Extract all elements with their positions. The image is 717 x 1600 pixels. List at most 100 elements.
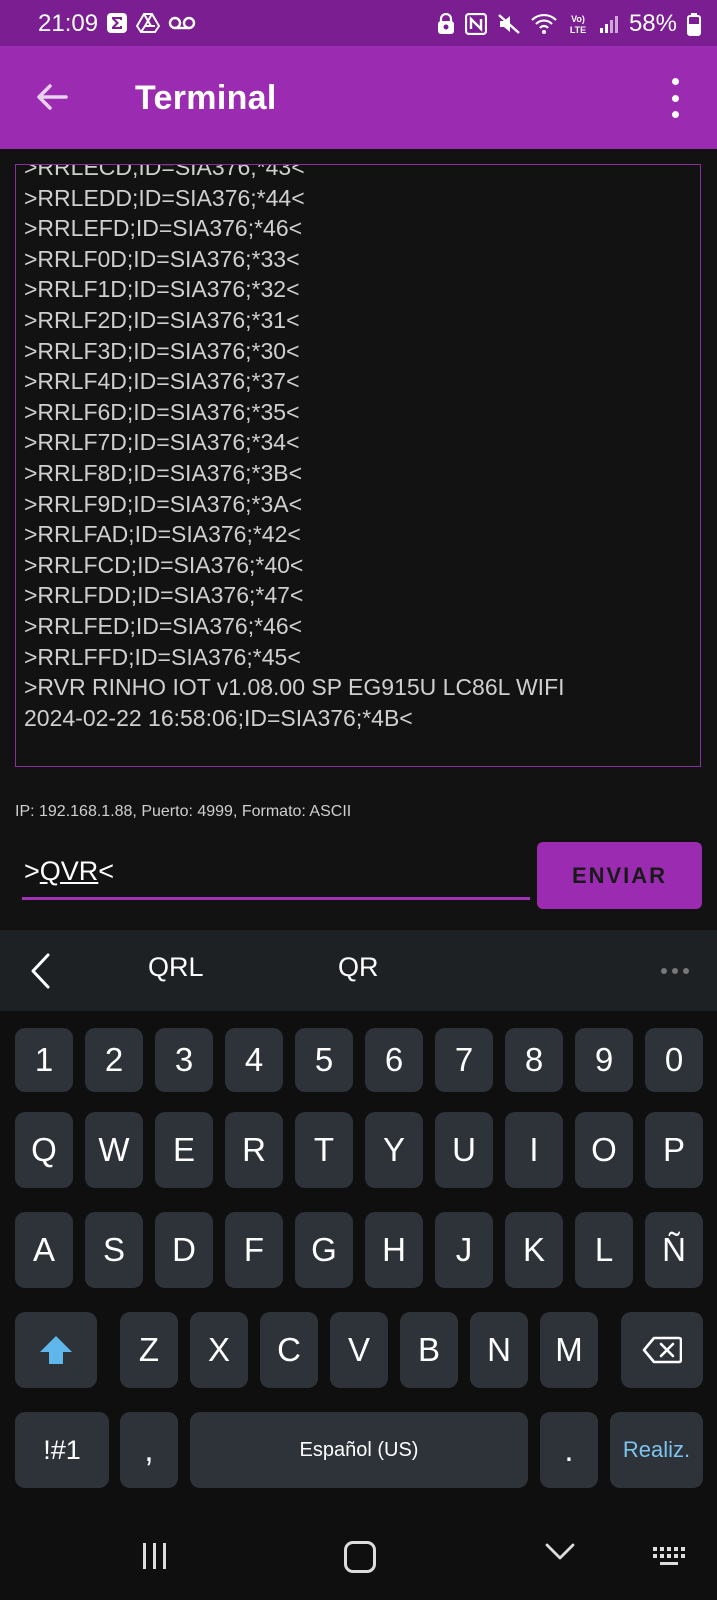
keyboard-icon[interactable] [652, 1546, 688, 1568]
key-e[interactable]: E [155, 1112, 213, 1188]
key-c[interactable]: C [260, 1312, 318, 1388]
suggestion-item[interactable]: QRL [148, 952, 204, 983]
key-o[interactable]: O [575, 1112, 633, 1188]
key-l[interactable]: L [575, 1212, 633, 1288]
terminal-lines: >RRLECD;ID=SIA376;*43< >RRLEDD;ID=SIA376… [24, 164, 694, 733]
system-nav-bar [0, 1500, 717, 1600]
more-horiz-icon[interactable] [661, 968, 689, 974]
backspace-icon [642, 1336, 682, 1364]
battery-level: 58% [628, 10, 677, 37]
command-prefix: > [24, 856, 40, 886]
key-n[interactable]: N [470, 1312, 528, 1388]
terminal-line: >RRLF0D;ID=SIA376;*33< [24, 245, 300, 272]
notification-icons [106, 12, 196, 34]
wifi-icon [531, 13, 557, 35]
done-key[interactable]: Realiz. [610, 1412, 703, 1488]
key-4[interactable]: 4 [225, 1028, 283, 1092]
terminal-line: >RRLF4D;ID=SIA376;*37< [24, 368, 300, 395]
chevron-left-icon[interactable] [28, 952, 52, 990]
page-title: Terminal [135, 79, 277, 117]
key-u[interactable]: U [435, 1112, 493, 1188]
suggestion-bar: QRL QR [0, 930, 717, 1011]
terminal-line: >RRLF3D;ID=SIA376;*30< [24, 337, 300, 364]
key-y[interactable]: Y [365, 1112, 423, 1188]
shift-key[interactable] [15, 1312, 97, 1388]
recent-apps-icon[interactable] [143, 1543, 166, 1569]
terminal-line: >RRLF8D;ID=SIA376;*3B< [24, 459, 303, 486]
key-0[interactable]: 0 [645, 1028, 703, 1092]
command-suffix: < [98, 856, 115, 886]
volte-icon: Vo) LTE [567, 12, 589, 36]
terminal-line: >RRLFDD;ID=SIA376;*47< [24, 582, 304, 609]
terminal-line: >RRLF1D;ID=SIA376;*32< [24, 276, 300, 303]
signal-icon [599, 14, 619, 34]
svg-text:LTE: LTE [570, 25, 586, 35]
backspace-key[interactable] [621, 1312, 703, 1388]
key-a[interactable]: A [15, 1212, 73, 1288]
terminal-line: >RRLFFD;ID=SIA376;*45< [24, 643, 301, 670]
terminal-line: >RRLF6D;ID=SIA376;*35< [24, 398, 300, 425]
terminal-line: >RRLFED;ID=SIA376;*46< [24, 612, 303, 639]
key-d[interactable]: D [155, 1212, 213, 1288]
key-1[interactable]: 1 [15, 1028, 73, 1092]
arrow-left-icon[interactable] [34, 79, 70, 115]
status-bar: 21:09 Vo) LTE 58% [0, 0, 717, 46]
terminal-line: >RRLF7D;ID=SIA376;*34< [24, 429, 300, 456]
terminal-line: 2024-02-22 16:58:06;ID=SIA376;*4B< [24, 704, 413, 731]
symbols-key[interactable]: !#1 [15, 1412, 109, 1488]
terminal-line: >RRLF9D;ID=SIA376;*3A< [24, 490, 303, 517]
key-9[interactable]: 9 [575, 1028, 633, 1092]
key-h[interactable]: H [365, 1212, 423, 1288]
key-k[interactable]: K [505, 1212, 563, 1288]
mute-icon [497, 13, 521, 35]
key-r[interactable]: R [225, 1112, 283, 1188]
key-8[interactable]: 8 [505, 1028, 563, 1092]
key-v[interactable]: V [330, 1312, 388, 1388]
vpn-icon [437, 13, 455, 35]
terminal-line: >RRLFAD;ID=SIA376;*42< [24, 521, 301, 548]
period-key[interactable]: . [540, 1412, 598, 1488]
command-input[interactable]: >QVR< [22, 852, 530, 900]
key-6[interactable]: 6 [365, 1028, 423, 1092]
drive-icon [136, 12, 160, 34]
terminal-line: >RRLEDD;ID=SIA376;*44< [24, 184, 305, 211]
key-t[interactable]: T [295, 1112, 353, 1188]
key-m[interactable]: M [540, 1312, 598, 1388]
system-icons: Vo) LTE 58% [437, 10, 701, 38]
key-7[interactable]: 7 [435, 1028, 493, 1092]
clock: 21:09 [38, 10, 99, 37]
home-icon[interactable] [344, 1541, 376, 1573]
voicemail-icon [168, 15, 196, 31]
key-f[interactable]: F [225, 1212, 283, 1288]
more-vert-icon[interactable] [669, 78, 681, 118]
key-s[interactable]: S [85, 1212, 143, 1288]
key-5[interactable]: 5 [295, 1028, 353, 1092]
key-x[interactable]: X [190, 1312, 248, 1388]
key-n-tilde[interactable]: Ñ [645, 1212, 703, 1288]
key-z[interactable]: Z [120, 1312, 178, 1388]
key-b[interactable]: B [400, 1312, 458, 1388]
send-button[interactable]: ENVIAR [537, 842, 702, 909]
nfc-icon [464, 13, 487, 35]
comma-key[interactable]: , [120, 1412, 178, 1488]
key-3[interactable]: 3 [155, 1028, 213, 1092]
terminal-line: >RVR RINHO IOT v1.08.00 SP EG915U LC86L … [24, 674, 565, 701]
key-j[interactable]: J [435, 1212, 493, 1288]
key-g[interactable]: G [295, 1212, 353, 1288]
svg-text:Vo): Vo) [571, 14, 585, 24]
terminal-output[interactable]: >RRLECD;ID=SIA376;*43< >RRLEDD;ID=SIA376… [15, 164, 701, 767]
key-w[interactable]: W [85, 1112, 143, 1188]
terminal-line: >RRLECD;ID=SIA376;*43< [24, 164, 305, 180]
key-i[interactable]: I [505, 1112, 563, 1188]
key-q[interactable]: Q [15, 1112, 73, 1188]
battery-icon [687, 12, 701, 36]
space-key[interactable]: Español (US) [190, 1412, 528, 1488]
connection-info: IP: 192.168.1.88, Puerto: 4999, Formato:… [15, 803, 352, 820]
key-2[interactable]: 2 [85, 1028, 143, 1092]
app-bar: Terminal [0, 46, 717, 149]
back-chevron-icon[interactable] [545, 1542, 575, 1562]
terminal-line: >RRLEFD;ID=SIA376;*46< [24, 215, 303, 242]
terminal-line: >RRLF2D;ID=SIA376;*31< [24, 306, 300, 333]
suggestion-item[interactable]: QR [338, 952, 379, 983]
key-p[interactable]: P [645, 1112, 703, 1188]
